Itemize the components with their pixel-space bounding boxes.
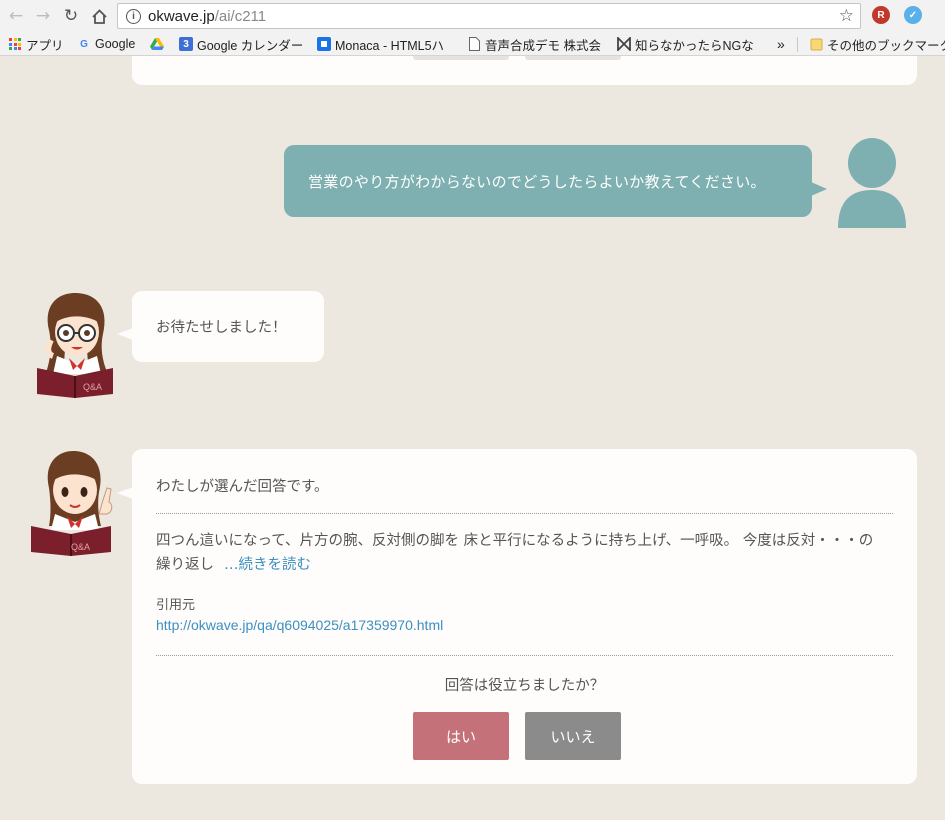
user-avatar-icon [838, 138, 906, 228]
bot-wait-bubble: お待たせしました！ [117, 291, 324, 362]
previous-answer-card [132, 56, 917, 85]
no-button[interactable]: いいえ [525, 712, 621, 760]
bookmark-other[interactable]: その他のブックマーク [809, 34, 945, 54]
previous-no-button[interactable] [525, 56, 621, 60]
read-more-link[interactable]: …続きを読む [224, 557, 311, 573]
bookmark-google-drive[interactable] [150, 34, 164, 54]
bookmark-site-icon [617, 37, 631, 51]
google-calendar-icon: 3 [179, 37, 193, 51]
address-bar[interactable]: i okwave.jp/ai/c211 ☆ [117, 3, 861, 29]
bookmark-label: Monaca - HTML5ハ [335, 38, 445, 53]
bookmarks-bar: アプリ G Google 3 Google カレンダー Monaca - HTM… [0, 32, 945, 56]
forward-arrow-icon[interactable]: → [31, 4, 55, 28]
bot-avatar-glasses-icon: Q&A [37, 292, 113, 398]
home-icon[interactable] [87, 4, 111, 28]
bookmark-monaca[interactable]: Monaca - HTML5ハ [317, 34, 457, 54]
divider [156, 655, 893, 656]
previous-yes-button[interactable] [413, 56, 509, 60]
monaca-icon [317, 37, 331, 51]
bookmark-label: その他のブックマーク [827, 38, 945, 53]
yes-button[interactable]: はい [413, 712, 509, 760]
user-message-text: 営業のやり方がわからないのでどうしたらよいか教えてください。 [308, 172, 766, 191]
reload-icon[interactable]: ↻ [59, 4, 83, 28]
folder-icon [809, 37, 823, 51]
citation-label: 引用元 [156, 598, 196, 613]
bookmark-label: アプリ [26, 38, 64, 53]
apps-grid-icon [8, 37, 22, 51]
google-drive-icon [150, 37, 164, 51]
bookmark-label: 音声合成デモ 株式会 [485, 38, 601, 53]
feedback-question: 回答は役立ちましたか？ [444, 678, 605, 694]
answer-body: 四つん這いになって、片方の腕、反対側の脚を 床と平行になるように持ち上げ、一呼吸… [156, 529, 886, 577]
extension-r-icon[interactable]: R [872, 6, 890, 24]
page-icon [467, 37, 481, 51]
user-message-bubble: 営業のやり方がわからないのでどうしたらよいか教えてください。 [284, 145, 827, 217]
bookmark-voice-demo[interactable]: 音声合成デモ 株式会 [467, 34, 607, 54]
bookmark-google[interactable]: G Google [77, 34, 135, 54]
bookmark-apps[interactable]: アプリ [8, 34, 64, 54]
book-label: Q&A [83, 382, 102, 392]
browser-toolbar: ← → ↻ i okwave.jp/ai/c211 ☆ R ✓ [0, 0, 945, 32]
bookmark-ng[interactable]: 知らなかったらNGな [617, 34, 754, 54]
divider [156, 513, 893, 514]
bookmark-google-calendar[interactable]: 3 Google カレンダー [179, 34, 303, 54]
google-icon: G [80, 38, 88, 50]
book-label: Q&A [71, 542, 90, 552]
citation-link[interactable]: http://okwave.jp/qa/q6094025/a17359970.h… [156, 617, 443, 633]
info-icon[interactable]: i [126, 8, 141, 24]
bookmarks-overflow-button[interactable]: » [777, 34, 785, 54]
bot-answer-bubble: わたしが選んだ回答です。 四つん這いになって、片方の腕、反対側の脚を 床と平行に… [117, 449, 917, 784]
extension-bird-icon[interactable]: ✓ [904, 6, 922, 24]
bookmark-label: Google カレンダー [197, 38, 304, 53]
bookmark-label: 知らなかったらNGな [635, 38, 754, 53]
bot-avatar-pointing-icon: Q&A [31, 450, 113, 556]
star-icon[interactable]: ☆ [839, 6, 854, 26]
answer-intro: わたしが選んだ回答です。 [156, 479, 329, 495]
url-path: /ai/c211 [214, 7, 267, 25]
bookmark-label: Google [95, 37, 136, 51]
bookmarks-separator [797, 37, 798, 52]
bot-wait-text: お待たせしました！ [156, 320, 287, 336]
url-host: okwave.jp [148, 7, 215, 25]
back-arrow-icon[interactable]: ← [4, 4, 28, 28]
